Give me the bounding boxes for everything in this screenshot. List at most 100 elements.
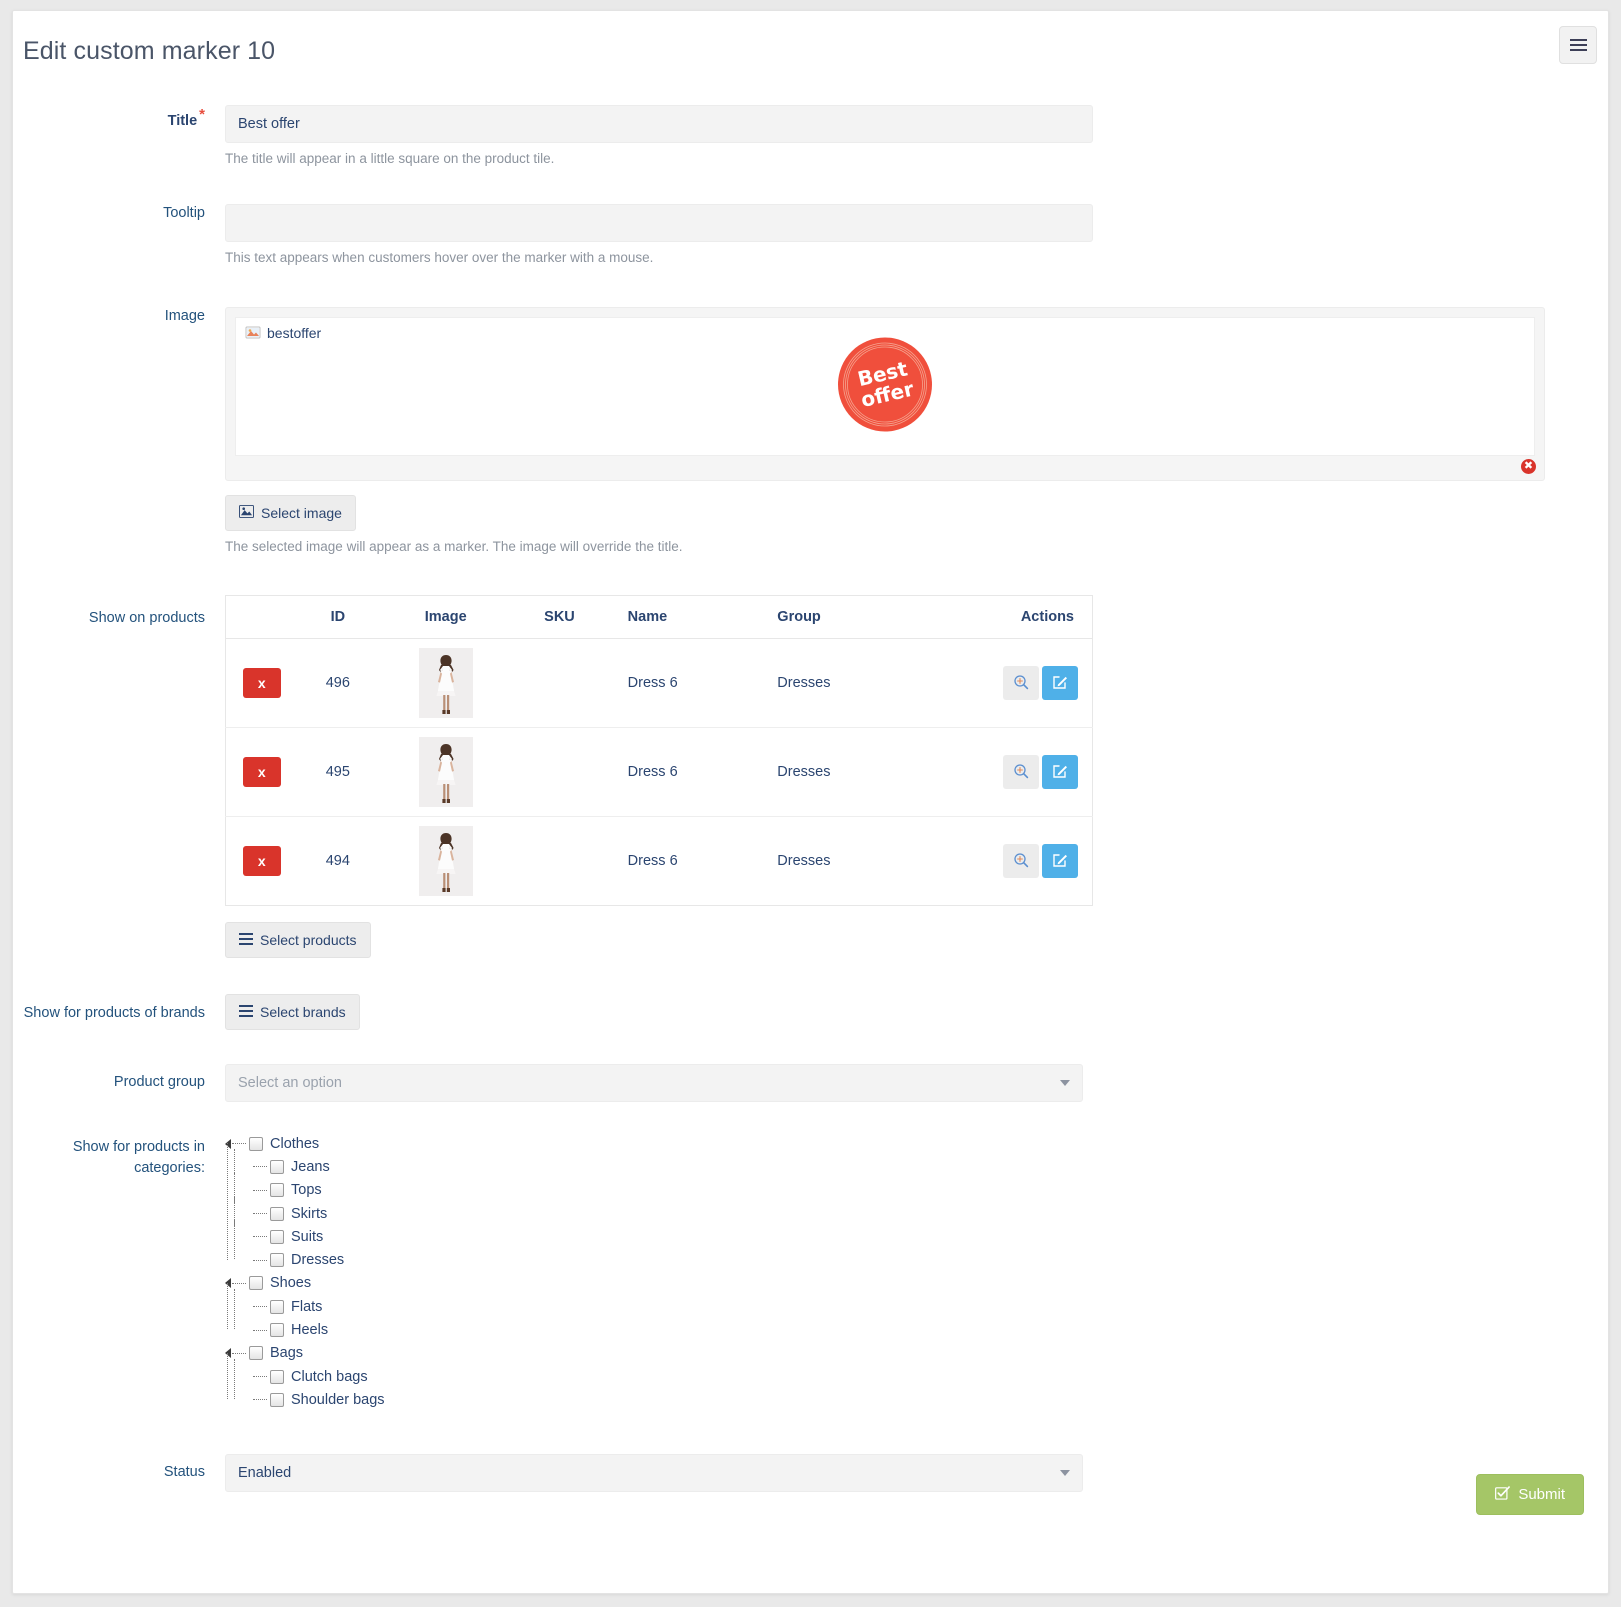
edit-square-icon [1052,852,1068,871]
title-row: Title* The title will appear in a little… [13,105,1608,166]
hamburger-menu-icon [1569,36,1587,54]
product-id-cell: 495 [297,727,379,817]
tree-spine [227,1352,228,1400]
table-row: x 496 Dress 6 Dresses [225,638,1093,728]
tree-spine [227,1143,228,1260]
submit-button[interactable]: Submit [1476,1474,1584,1515]
submit-button-label: Submit [1518,1486,1565,1503]
category-label: Clutch bags [291,1368,368,1385]
tree-node-child: Suits [225,1219,1608,1250]
category-checkbox[interactable] [270,1299,284,1314]
view-product-button[interactable] [1003,666,1039,700]
status-select[interactable]: Enabled [225,1453,1083,1492]
view-product-button[interactable] [1003,755,1039,789]
brands-label: Show for products of brands [23,1005,205,1021]
collapse-triangle-icon[interactable] [225,1138,231,1149]
tree-connector [232,1352,246,1354]
check-square-icon [1495,1485,1511,1504]
tree-node-child: Shoulder bags [225,1382,1608,1411]
tree-vertical-line [234,1382,235,1400]
tree-connector [232,1282,246,1284]
category-checkbox[interactable] [270,1253,284,1268]
tree-node-root: Shoes [225,1272,1608,1295]
tooltip-input[interactable] [225,204,1093,242]
col-actions: Actions [910,595,1093,639]
category-label: Jeans [291,1158,330,1175]
status-row: Status Enabled [13,1453,1608,1492]
product-id-cell: 494 [297,816,379,906]
product-group-row: Product group Select an option [13,1064,1608,1102]
list-icon [239,1004,253,1020]
select-products-button[interactable]: Select products [225,922,371,958]
product-group-cell: Dresses [755,638,911,728]
category-label: Shoes [270,1275,312,1292]
product-name-cell: Dress 6 [605,638,756,728]
collapse-triangle-icon[interactable] [225,1278,231,1289]
product-image-cell [378,727,514,817]
category-checkbox[interactable] [270,1159,284,1174]
action-button-group [1003,666,1078,700]
tree-node-child: Dresses [225,1242,1608,1271]
hamburger-menu-button[interactable] [1559,26,1597,64]
select-image-button-label: Select image [261,505,342,521]
collapse-triangle-icon[interactable] [225,1348,231,1359]
image-preview-area: bestoffer Best offer [235,317,1535,456]
dress-thumbnail [418,826,473,896]
category-checkbox[interactable] [270,1323,284,1338]
remove-product-button[interactable]: x [242,846,281,876]
category-label: Shoulder bags [291,1391,385,1408]
select-brands-button[interactable]: Select brands [225,994,360,1030]
category-checkbox[interactable] [270,1369,284,1384]
categories-label: Show for products in categories: [72,1139,205,1177]
category-checkbox[interactable] [270,1392,284,1407]
status-label: Status [163,1463,205,1480]
product-actions-cell [910,727,1093,817]
edit-product-button[interactable] [1042,844,1078,878]
col-sku: SKU [513,595,606,639]
edit-square-icon [1052,674,1068,693]
table-row: x 495 Dress 6 Dresses [225,727,1093,817]
products-table-body: x 496 Dress 6 Dresses x 495 Dress 6 Dresses x 494… [225,638,1093,906]
image-help-text: The selected image will appear as a mark… [225,539,683,554]
brands-row: Show for products of brands Select brand… [13,994,1608,1030]
show-on-products-label: Show on products [88,610,205,626]
product-group-cell: Dresses [755,816,911,906]
tree-node-child: Heels [225,1312,1608,1341]
product-group-value: Select an option [238,1075,342,1091]
remove-product-button[interactable]: x [242,668,281,698]
category-checkbox[interactable] [270,1206,284,1221]
category-checkbox[interactable] [249,1276,263,1291]
tree-node-child: Jeans [225,1149,1608,1180]
category-label: Skirts [291,1205,328,1222]
tree-connector [232,1143,246,1145]
tree-connector [253,1166,267,1168]
edit-product-button[interactable] [1042,666,1078,700]
remove-product-button[interactable]: x [242,757,281,787]
select-image-button[interactable]: Select image [225,495,356,531]
category-checkbox[interactable] [249,1346,263,1361]
product-name-cell: Dress 6 [605,727,756,817]
tree-vertical-line [234,1312,235,1330]
remove-circle-icon[interactable]: ✖ [1521,459,1536,474]
category-checkbox[interactable] [270,1183,284,1198]
category-checkbox[interactable] [249,1136,263,1151]
product-group-select[interactable]: Select an option [225,1064,1083,1102]
category-label: Flats [291,1298,323,1315]
view-product-button[interactable] [1003,844,1039,878]
image-filename-text: bestoffer [267,325,322,341]
title-label: Title * [167,106,205,129]
tree-node-child: Skirts [225,1195,1608,1226]
categories-row: Show for products in categories: Clothes… [13,1132,1608,1412]
title-input[interactable] [225,105,1093,143]
tree-connector [253,1236,267,1238]
product-actions-cell [910,638,1093,728]
tree-connector [253,1213,267,1215]
required-asterisk: * [199,106,205,123]
edit-product-button[interactable] [1042,755,1078,789]
category-label: Clothes [270,1135,320,1152]
category-checkbox[interactable] [270,1229,284,1244]
remove-cell: x [225,816,298,906]
tree-connector [253,1259,267,1261]
edit-square-icon [1052,763,1068,782]
image-dropzone[interactable]: bestoffer Best offer ✖ [225,307,1545,481]
